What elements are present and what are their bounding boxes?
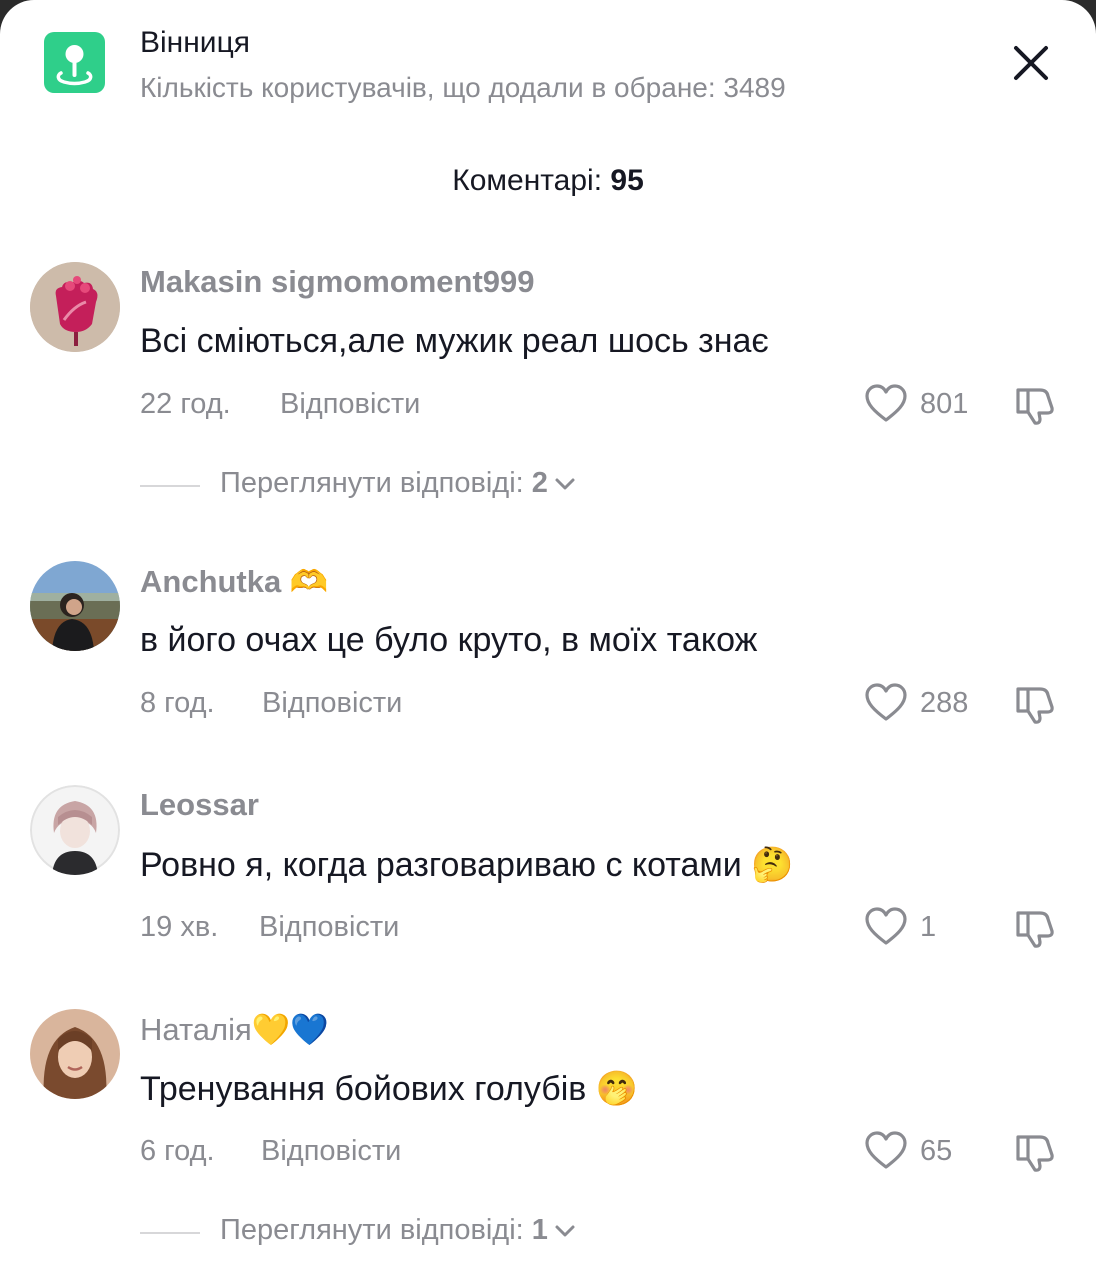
avatar[interactable]: [30, 1009, 120, 1099]
view-replies-label: Переглянути відповіді: 1: [220, 1214, 576, 1247]
thumbs-down-icon: [1016, 911, 1054, 948]
like-count: 65: [920, 1135, 953, 1167]
dislike-button[interactable]: [1014, 681, 1058, 725]
comments-sheet: Вінниця Кількість користувачів, що додал…: [0, 0, 1096, 1280]
avatar[interactable]: [30, 785, 120, 875]
comments-label: Коментарі:: [452, 164, 603, 197]
heart-icon: [865, 683, 907, 721]
dislike-button[interactable]: [1014, 905, 1058, 949]
comment-text-body: Тренування бойових голубів: [140, 1070, 587, 1108]
comment-emoji: 🤔: [751, 846, 794, 884]
like-count: 801: [920, 388, 969, 420]
thumbs-down-icon: [1016, 687, 1054, 724]
avatar[interactable]: [30, 262, 120, 352]
comment-time: 19 хв.: [140, 911, 219, 943]
close-icon: [1014, 46, 1048, 80]
chevron-down-icon: [555, 478, 575, 490]
chevron-down-icon: [555, 1225, 575, 1237]
map-pin-icon: [44, 32, 105, 93]
like-button[interactable]: [864, 1130, 908, 1170]
thumbs-down-icon: [1016, 388, 1054, 425]
comment-username[interactable]: Anchutka 🫶: [140, 563, 328, 600]
like-count: 1: [920, 911, 937, 943]
comments-title: Коментарі: 95: [0, 164, 1096, 198]
comment-text: Тренування бойових голубів 🤭: [140, 1069, 638, 1109]
comment-time: 6 год.: [140, 1135, 215, 1167]
comment-username[interactable]: Leossar: [140, 787, 259, 823]
heart-icon: [865, 1131, 907, 1169]
username-emoji: 💛💙: [251, 1012, 330, 1047]
divider-line: [140, 485, 200, 487]
dislike-button[interactable]: [1014, 1129, 1058, 1173]
comments-count: 95: [610, 164, 644, 197]
place-name: Вінниця: [140, 26, 250, 59]
divider-line: [140, 1232, 200, 1234]
username-text: Leossar: [140, 787, 259, 822]
comment-time: 8 год.: [140, 687, 215, 719]
thumbs-down-icon: [1016, 1135, 1054, 1172]
view-replies-label: Переглянути відповіді: 2: [220, 467, 576, 500]
username-text: Makasin sigmomoment999: [140, 264, 535, 299]
favorites-count-text: Кількість користувачів, що додали в обра…: [140, 72, 786, 103]
comment-emoji: 🤭: [595, 1070, 639, 1108]
comment-text: Всі сміються,але мужик реал шось знає: [140, 322, 769, 360]
like-button[interactable]: [864, 682, 908, 722]
comment-text-body: Ровно я, когда разговариваю с котами: [140, 846, 742, 884]
comment-username[interactable]: Makasin sigmomoment999: [140, 264, 535, 300]
reply-button[interactable]: Відповісти: [261, 1135, 401, 1168]
comment-text: в його очах це було круто, в моїх також: [140, 621, 758, 659]
comment-time: 22 год.: [140, 388, 231, 420]
username-text: Наталія: [140, 1012, 252, 1047]
like-button[interactable]: [864, 383, 908, 423]
avatar[interactable]: [30, 561, 120, 651]
like-button[interactable]: [864, 906, 908, 946]
username-text: Anchutka: [140, 564, 282, 599]
heart-icon: [865, 907, 907, 945]
reply-button[interactable]: Відповісти: [280, 388, 420, 421]
close-button[interactable]: [1008, 40, 1054, 86]
heart-icon: [865, 384, 907, 422]
like-count: 288: [920, 687, 969, 719]
username-emoji: 🫶: [289, 564, 329, 599]
reply-button[interactable]: Відповісти: [259, 911, 399, 944]
reply-button[interactable]: Відповісти: [262, 687, 402, 720]
dislike-button[interactable]: [1014, 382, 1058, 426]
comment-text: Ровно я, когда разговариваю с котами 🤔: [140, 845, 794, 885]
comment-username[interactable]: Наталія💛💙: [140, 1011, 329, 1048]
